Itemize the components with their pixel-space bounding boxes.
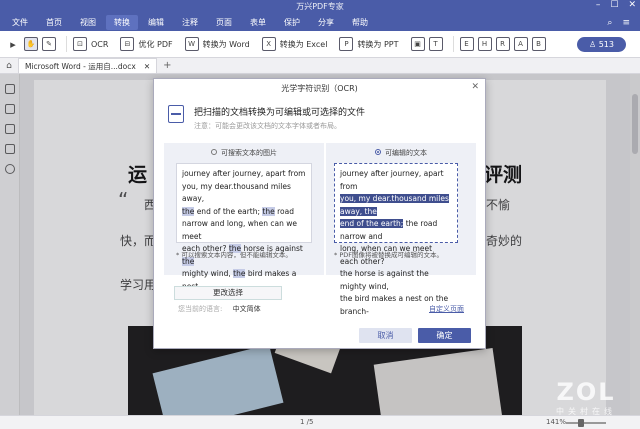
menu-home[interactable]: 首页: [38, 15, 70, 30]
toolbar: ▸ ✋ ✎ ⊡ OCR ⊟ 优化 PDF W 转换为 Word X 转换为 Ex…: [0, 31, 640, 58]
searchable-sample-text: journey after journey, apart from you, my…: [176, 163, 312, 291]
menu-page[interactable]: 页面: [208, 15, 240, 30]
highlighted-word: the: [233, 269, 246, 278]
optimize-icon: ⊟: [120, 37, 135, 51]
radio-editable-text[interactable]: [375, 149, 381, 155]
watermark-logo: ZOL: [556, 378, 616, 406]
menu-view[interactable]: 视图: [72, 15, 104, 30]
app-title: 万兴PDF专家: [296, 2, 344, 11]
ppt-icon: P: [339, 37, 354, 51]
ocr-dialog: 光学字符识别（OCR) ✕ 把扫描的文档转换为可编辑或可选择的文件 注意：可能会…: [153, 78, 486, 349]
close-window-icon[interactable]: ✕: [628, 0, 636, 10]
change-selection-button[interactable]: 更改选择: [174, 286, 282, 300]
sample-line: end of the earth; the road narrow and: [340, 218, 452, 243]
ocr-icon: ⊡: [73, 37, 87, 51]
tab-close-icon[interactable]: ✕: [144, 62, 150, 71]
sample-line: you, my dear.thousand miles away, the: [340, 193, 452, 218]
language-value: 中文简体: [232, 305, 261, 313]
menu-help[interactable]: 帮助: [344, 15, 376, 30]
dialog-title: 光学字符识别（OCR) ✕: [281, 82, 479, 93]
convert-excel-button[interactable]: X 转换为 Excel: [261, 37, 327, 51]
word-icon: W: [184, 37, 199, 51]
menu-comment[interactable]: 注释: [174, 15, 206, 30]
zol-watermark: ZOL 中关村在线: [536, 378, 636, 417]
language-label: 您当前的语言:: [178, 305, 223, 313]
menu-convert[interactable]: 转换: [106, 15, 138, 30]
sample-line: narrow and long, when can we meet: [182, 218, 306, 243]
zoom-level[interactable]: 141%: [546, 418, 566, 426]
watermark-text: 中关村在线: [556, 407, 616, 416]
sample-text-segment: road: [274, 206, 294, 216]
select-cursor-icon[interactable]: ▸: [6, 37, 20, 51]
search-icon[interactable]: ⌕: [607, 18, 612, 28]
highlighted-word: you, my dear.thousand miles away, the: [340, 194, 449, 216]
menu-protect[interactable]: 保护: [276, 15, 308, 30]
sample-line: journey after journey, apart from: [182, 168, 306, 181]
ok-button[interactable]: 确定: [418, 328, 471, 343]
optimize-pdf-button[interactable]: ⊟ 优化 PDF: [120, 37, 173, 51]
home-icon[interactable]: ⌂: [0, 61, 18, 71]
menu-bar: 文件 首页 视图 转换 编辑 注释 页面 表单 保护 分享 帮助 ⌕ ≡: [0, 14, 640, 31]
scan-document-icon: [168, 105, 184, 123]
convert-ppt-button[interactable]: P 转换为 PPT: [339, 37, 399, 51]
title-bar: 万兴PDF专家 – ☐ ✕: [0, 0, 640, 14]
convert-word-button[interactable]: W 转换为 Word: [184, 37, 250, 51]
document-tabs: ⌂ Microsoft Word - 运用自...docx ✕ +: [0, 58, 640, 74]
edit-tool-icon[interactable]: ✎: [42, 37, 56, 51]
user-badge[interactable]: ♙ 513: [577, 36, 626, 52]
language-row: 您当前的语言: 中文简体: [178, 304, 261, 314]
ocr-button[interactable]: ⊡ OCR: [73, 37, 108, 51]
document-tab[interactable]: Microsoft Word - 运用自...docx ✕: [18, 58, 158, 73]
menu-edit[interactable]: 编辑: [140, 15, 172, 30]
menu-share[interactable]: 分享: [310, 15, 342, 30]
add-tab-icon[interactable]: +: [163, 60, 171, 71]
menu-file[interactable]: 文件: [4, 15, 36, 30]
highlighted-word: the: [182, 206, 195, 216]
sample-line: journey after journey, apart from: [340, 168, 452, 193]
sample-text-segment: you, my dear.thousand miles away,: [182, 181, 291, 204]
convert-text-icon[interactable]: T: [428, 37, 443, 51]
option-searchable-image[interactable]: 可搜索文本的图片 journey after journey, apart fr…: [164, 143, 324, 291]
menu-form[interactable]: 表单: [242, 15, 274, 30]
excel-icon: X: [261, 37, 276, 51]
sample-text-segment: the horse is against the mighty wind,: [340, 269, 429, 291]
user-icon: ♙: [589, 39, 599, 49]
searchable-note: * 可以搜索文本内容，但不能编辑文本。: [176, 251, 292, 259]
window-controls: – ☐ ✕: [596, 0, 636, 10]
dialog-headline: 把扫描的文档转换为可编辑或可选择的文件: [194, 108, 366, 118]
sample-text-segment: mighty wind,: [182, 269, 234, 278]
sample-text-segment: end of the earth;: [194, 206, 263, 216]
dialog-subline: 注意：可能会更改该文档的文本字体或者布局。: [194, 122, 341, 130]
highlighted-word: the: [262, 206, 275, 216]
sample-line: the end of the earth; the road: [182, 206, 306, 219]
maximize-icon[interactable]: ☐: [610, 0, 618, 10]
editable-note: * PDF图像将被替换成可编辑的文本。: [334, 251, 443, 259]
cancel-button[interactable]: 取消: [359, 328, 412, 343]
zoom-slider[interactable]: [566, 422, 606, 424]
minimize-icon[interactable]: –: [596, 0, 601, 10]
list-icon[interactable]: ≡: [622, 18, 630, 28]
radio-searchable-image[interactable]: [211, 149, 217, 155]
sample-text-segment: journey after journey, apart from: [340, 169, 444, 191]
sample-line: the horse is against the mighty wind,: [340, 268, 452, 293]
sample-text-segment: narrow and long, when can we meet: [182, 219, 298, 241]
editable-sample-text: journey after journey, apart from you, my…: [334, 163, 458, 316]
sample-line: you, my dear.thousand miles away,: [182, 181, 306, 206]
page-indicator[interactable]: 1 /5: [300, 418, 314, 426]
dialog-header: 把扫描的文档转换为可编辑或可选择的文件 注意：可能会更改该文档的文本字体或者布局…: [168, 101, 474, 137]
status-bar: 1 /5 141%: [0, 415, 640, 429]
convert-rtf-icon[interactable]: R: [495, 37, 510, 51]
convert-image-icon[interactable]: ▣: [410, 37, 425, 51]
custom-pages-link[interactable]: 自定义页面: [429, 304, 464, 314]
option-editable-text[interactable]: 可编辑的文本 journey after journey, apart from…: [326, 143, 476, 316]
convert-epub-icon[interactable]: E: [459, 37, 474, 51]
dialog-close-icon[interactable]: ✕: [471, 82, 479, 92]
convert-html-icon[interactable]: H: [477, 37, 492, 51]
highlighted-word: end of the earth;: [340, 219, 404, 228]
convert-pdfa-icon[interactable]: A: [513, 37, 528, 51]
convert-batch-icon[interactable]: B: [531, 37, 546, 51]
hand-tool-icon[interactable]: ✋: [24, 37, 38, 51]
zoom-slider-knob[interactable]: [578, 419, 584, 427]
sample-text-segment: journey after journey, apart from: [182, 169, 306, 178]
